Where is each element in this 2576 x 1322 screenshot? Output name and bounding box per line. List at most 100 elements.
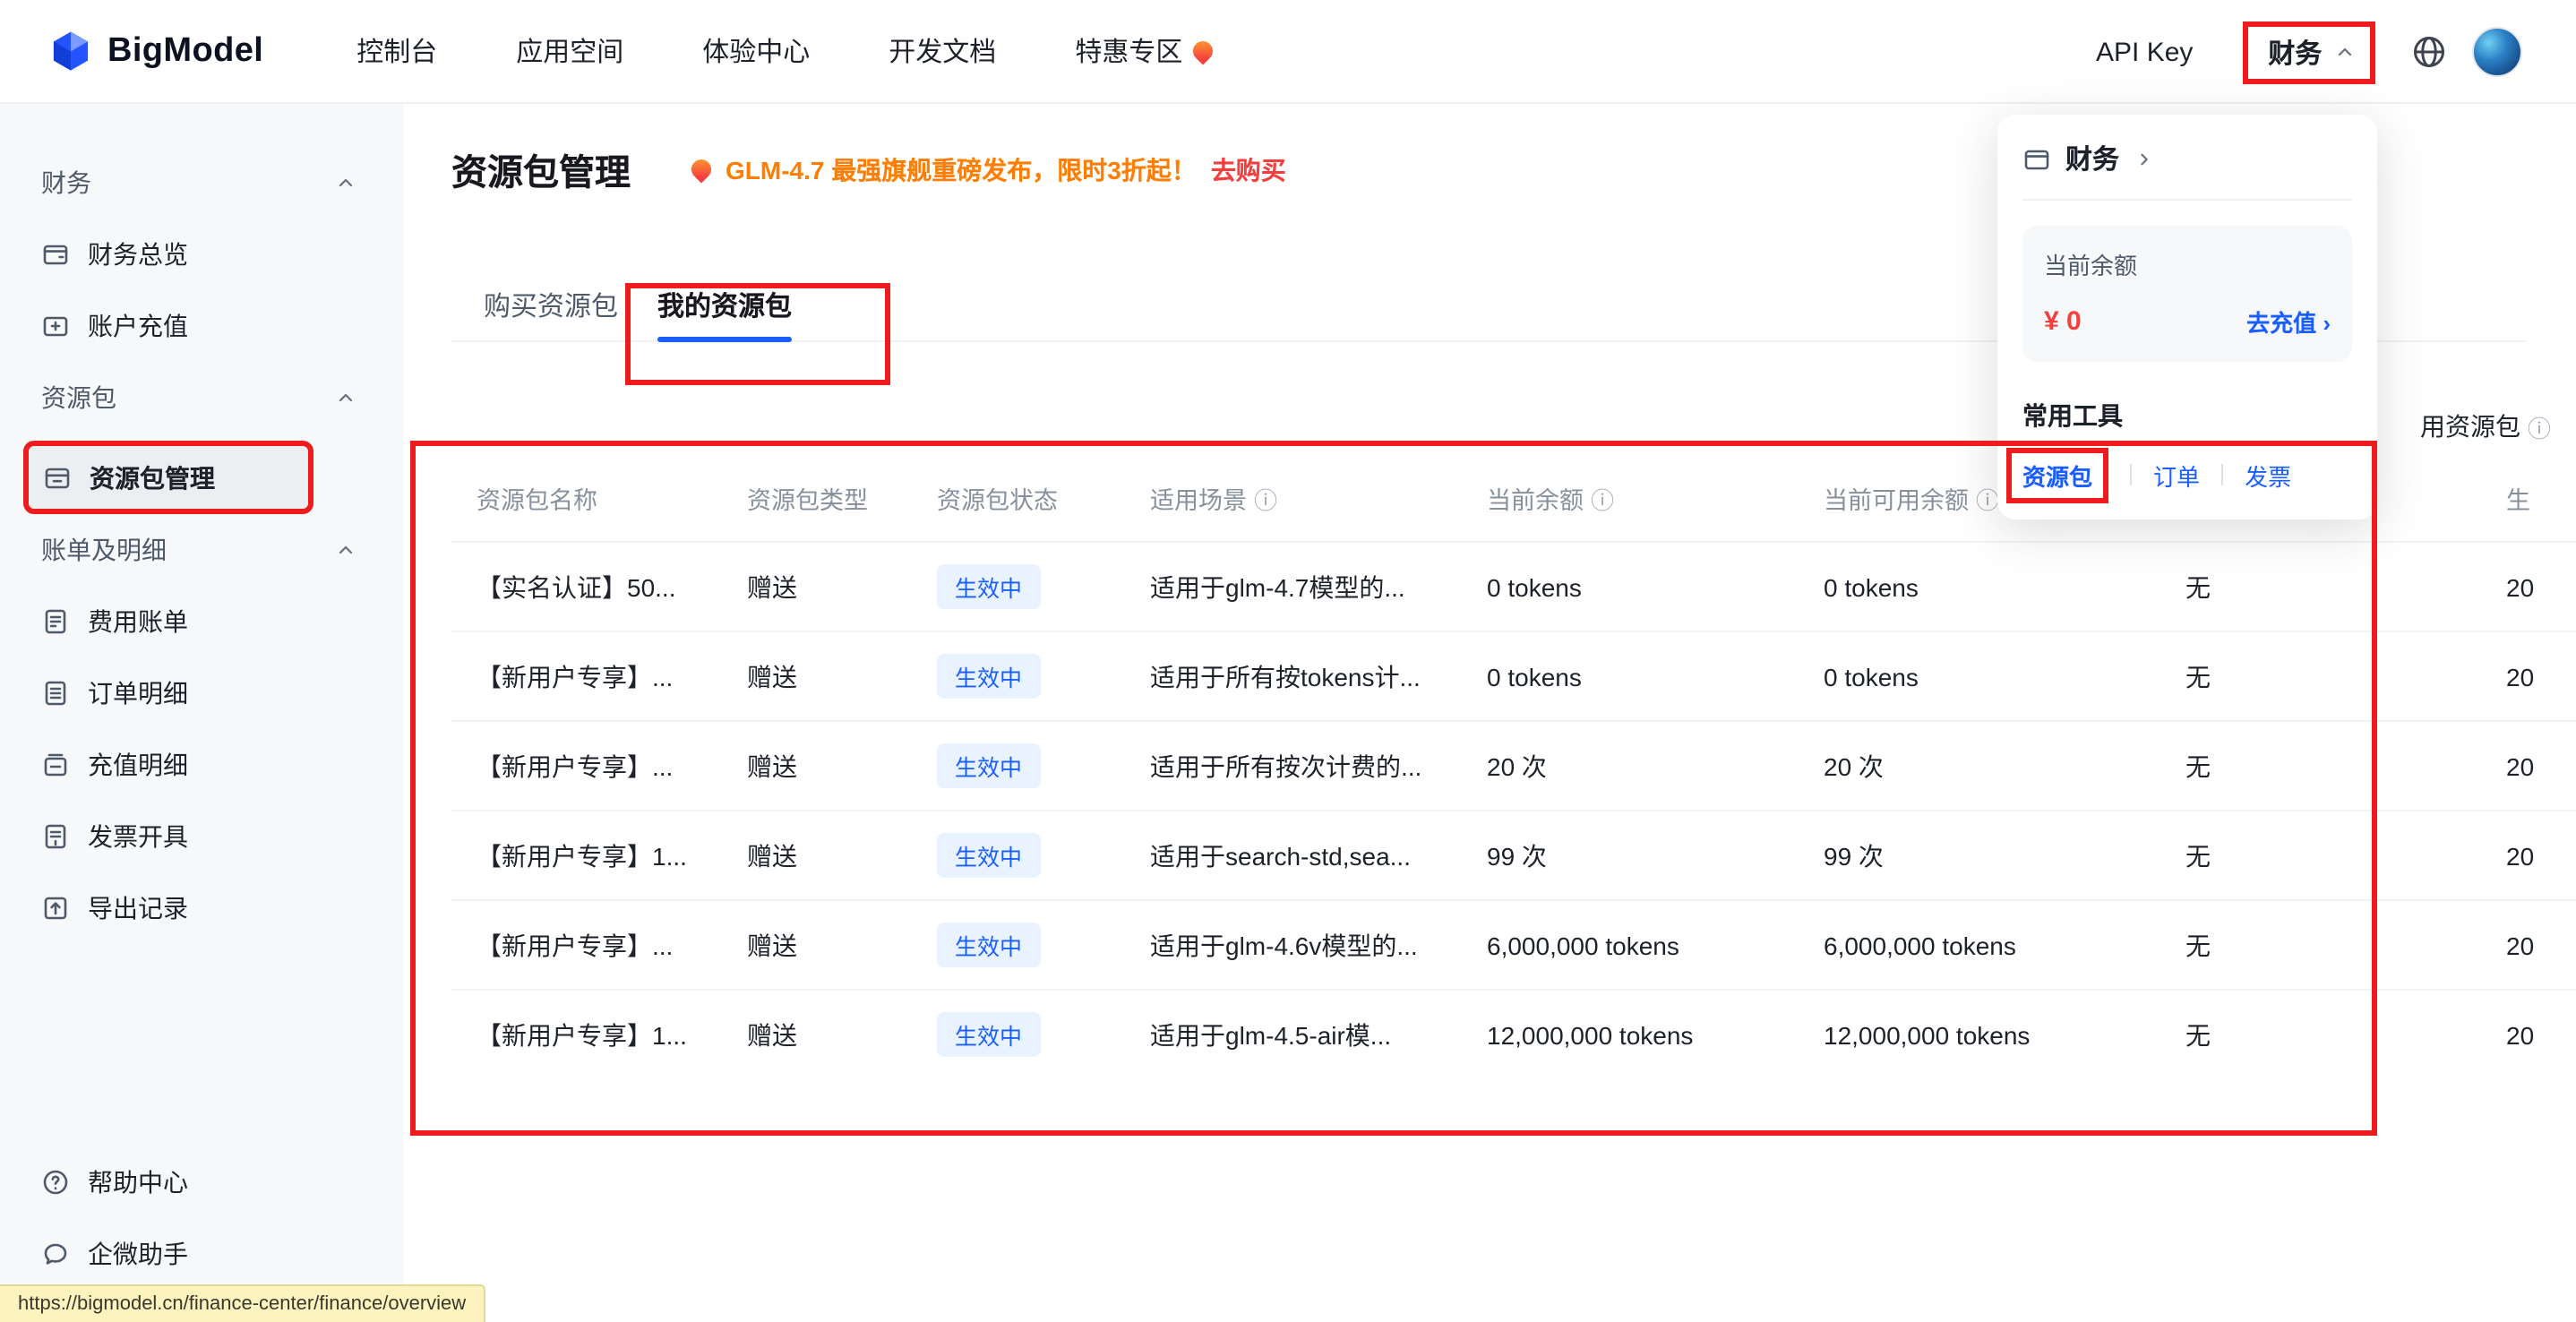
chevron-right-icon bbox=[2134, 148, 2155, 169]
cell-effective-partial: 20 bbox=[2481, 662, 2576, 691]
sidebar-section-billing[interactable]: 账单及明细 bbox=[23, 514, 378, 586]
cell-package-type: 赠送 bbox=[722, 658, 912, 694]
cell-package-type: 赠送 bbox=[722, 837, 912, 873]
nav-console[interactable]: 控制台 bbox=[356, 32, 437, 70]
cell-scene: 适用于所有按tokens计... bbox=[1125, 658, 1462, 694]
api-key-link[interactable]: API Key bbox=[2096, 37, 2193, 67]
finance-menu-button[interactable]: 财务 bbox=[2243, 21, 2375, 83]
sidebar: 财务 财务总览 账户充值 资源包 资源包管理 账单及明细 费用账单 bbox=[0, 104, 403, 1322]
go-recharge-link[interactable]: 去充值 › bbox=[2246, 305, 2331, 339]
chevron-up-icon bbox=[2334, 41, 2356, 63]
nav-promo-zone[interactable]: 特惠专区 bbox=[1075, 32, 1213, 70]
sidebar-item-label: 资源包管理 bbox=[90, 459, 215, 495]
tool-link-packages[interactable]: 资源包 bbox=[2006, 447, 2108, 502]
column-label: 当前可用余额 bbox=[1824, 480, 1969, 516]
sidebar-item-recharge-detail[interactable]: 充值明细 bbox=[23, 729, 378, 801]
cell-scene: 适用于glm-4.6v模型的... bbox=[1125, 927, 1462, 963]
cell-extra: 无 bbox=[2160, 658, 2481, 694]
cell-package-name: 【新用户专享】1... bbox=[451, 1017, 722, 1052]
available-package-partial-label: 用资源包 ⓘ bbox=[2420, 408, 2551, 444]
tab-my-packages[interactable]: 我的资源包 bbox=[657, 287, 792, 342]
chevron-up-icon bbox=[335, 172, 356, 193]
table-row: 【新用户专享】1... 赠送 生效中 适用于glm-4.5-air模... 12… bbox=[451, 989, 2576, 1078]
info-icon[interactable]: ⓘ bbox=[1591, 481, 1614, 515]
sidebar-section-finance[interactable]: 财务 bbox=[23, 147, 378, 219]
cell-balance: 0 tokens bbox=[1462, 662, 1799, 691]
main-nav: 控制台 应用空间 体验中心 开发文档 特惠专区 bbox=[356, 32, 1213, 70]
tab-buy-packages[interactable]: 购买资源包 bbox=[484, 287, 618, 342]
cell-package-name: 【新用户专享】... bbox=[451, 658, 722, 694]
sidebar-item-package-management[interactable]: 资源包管理 bbox=[23, 441, 313, 514]
finance-menu-label: 财务 bbox=[2268, 33, 2322, 71]
cell-package-type: 赠送 bbox=[722, 569, 912, 605]
balance-value: ¥ 0 bbox=[2044, 306, 2082, 337]
cell-balance: 12,000,000 tokens bbox=[1462, 1020, 1799, 1049]
topbar-right: API Key 财务 bbox=[2096, 0, 2522, 104]
cell-package-status: 生效中 bbox=[912, 833, 1125, 878]
cell-extra: 无 bbox=[2160, 748, 2481, 784]
chat-icon bbox=[41, 1240, 70, 1268]
column-header-effective-partial: 生 bbox=[2481, 480, 2576, 516]
language-globe-button[interactable] bbox=[2411, 34, 2447, 70]
wallet-icon bbox=[2022, 144, 2051, 173]
cell-extra: 无 bbox=[2160, 1017, 2481, 1052]
column-header-name: 资源包名称 bbox=[451, 480, 722, 516]
info-icon[interactable]: ⓘ bbox=[2528, 409, 2551, 443]
cell-package-status: 生效中 bbox=[912, 743, 1125, 788]
cell-balance: 6,000,000 tokens bbox=[1462, 931, 1799, 959]
bigmodel-logo-icon bbox=[48, 29, 93, 73]
sidebar-item-label: 账户充值 bbox=[88, 308, 188, 344]
cell-available: 20 次 bbox=[1799, 748, 2160, 784]
sidebar-item-account-recharge[interactable]: 账户充值 bbox=[23, 290, 378, 362]
section-label: 资源包 bbox=[41, 380, 116, 416]
sidebar-item-label: 企微助手 bbox=[88, 1236, 188, 1272]
sidebar-item-order-detail[interactable]: 订单明细 bbox=[23, 657, 378, 729]
sidebar-item-label: 订单明细 bbox=[88, 675, 188, 711]
sidebar-item-expense-bill[interactable]: 费用账单 bbox=[23, 586, 378, 657]
column-header-scene: 适用场景ⓘ bbox=[1125, 480, 1462, 516]
cell-effective-partial: 20 bbox=[2481, 751, 2576, 780]
nav-app-space[interactable]: 应用空间 bbox=[516, 32, 623, 70]
section-label: 财务 bbox=[41, 165, 91, 201]
logo[interactable]: BigModel bbox=[48, 29, 263, 73]
finance-dropdown-panel: 财务 当前余额 ¥ 0 去充值 › 常用工具 资源包 订单 发票 bbox=[1997, 115, 2377, 519]
nav-label: 体验中心 bbox=[702, 32, 810, 70]
tool-link-orders[interactable]: 订单 bbox=[2153, 458, 2200, 492]
info-icon[interactable]: ⓘ bbox=[1976, 481, 1999, 515]
column-label: 资源包名称 bbox=[477, 480, 597, 516]
info-icon[interactable]: ⓘ bbox=[1254, 481, 1277, 515]
cell-package-status: 生效中 bbox=[912, 923, 1125, 967]
nav-dev-docs[interactable]: 开发文档 bbox=[889, 32, 996, 70]
status-badge: 生效中 bbox=[937, 1012, 1040, 1057]
logo-text: BigModel bbox=[107, 31, 263, 71]
sidebar-item-invoice[interactable]: 发票开具 bbox=[23, 801, 378, 872]
sidebar-item-label: 财务总览 bbox=[88, 236, 188, 272]
column-header-type: 资源包类型 bbox=[722, 480, 912, 516]
recharge-detail-icon bbox=[41, 751, 70, 779]
table-row: 【实名认证】50... 赠送 生效中 适用于glm-4.7模型的... 0 to… bbox=[451, 541, 2576, 631]
packages-table: 资源包名称 资源包类型 资源包状态 适用场景ⓘ 当前余额ⓘ 当前可用余额ⓘ 生 … bbox=[451, 462, 2576, 1078]
sidebar-item-finance-overview[interactable]: 财务总览 bbox=[23, 219, 378, 290]
wallet-icon bbox=[41, 240, 70, 269]
tool-link-invoices[interactable]: 发票 bbox=[2245, 458, 2291, 492]
cell-package-status: 生效中 bbox=[912, 564, 1125, 609]
cell-scene: 适用于glm-4.5-air模... bbox=[1125, 1017, 1462, 1052]
column-label: 资源包状态 bbox=[937, 480, 1058, 516]
dropdown-title: 财务 bbox=[2065, 140, 2119, 177]
avatar[interactable] bbox=[2472, 27, 2522, 77]
nav-experience-center[interactable]: 体验中心 bbox=[702, 32, 810, 70]
sidebar-section-package[interactable]: 资源包 bbox=[23, 362, 378, 434]
sidebar-item-label: 帮助中心 bbox=[88, 1164, 188, 1200]
dropdown-finance-link[interactable]: 财务 bbox=[2022, 140, 2352, 201]
nav-label: 特惠专区 bbox=[1075, 32, 1182, 70]
promo-buy-link[interactable]: 去购买 bbox=[1211, 151, 1286, 187]
table-row: 【新用户专享】... 赠送 生效中 适用于所有按次计费的... 20 次 20 … bbox=[451, 720, 2576, 810]
status-badge: 生效中 bbox=[937, 833, 1040, 878]
cell-package-name: 【实名认证】50... bbox=[451, 569, 722, 605]
cell-package-name: 【新用户专享】... bbox=[451, 748, 722, 784]
export-icon bbox=[41, 894, 70, 923]
sidebar-item-wecom-assistant[interactable]: 企微助手 bbox=[23, 1218, 378, 1290]
nav-label: 开发文档 bbox=[889, 32, 996, 70]
sidebar-item-help-center[interactable]: 帮助中心 bbox=[23, 1146, 378, 1218]
sidebar-item-export-records[interactable]: 导出记录 bbox=[23, 872, 378, 944]
